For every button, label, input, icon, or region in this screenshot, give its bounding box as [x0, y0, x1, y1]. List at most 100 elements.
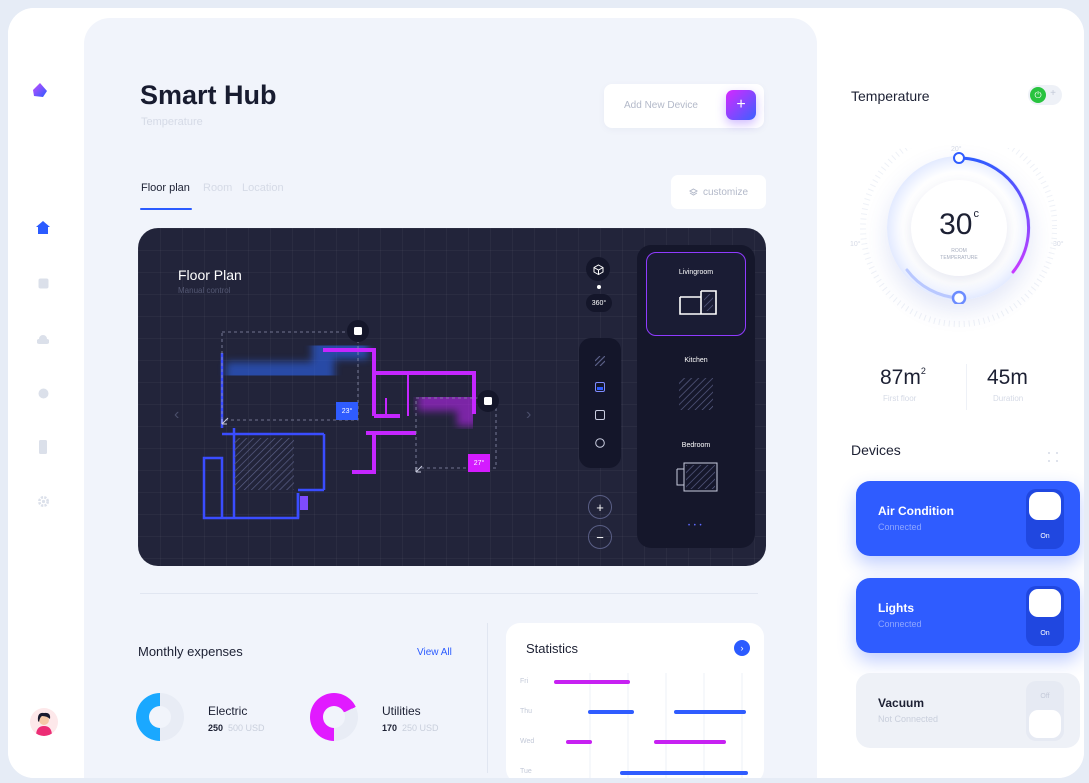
view-all-link[interactable]: View All	[417, 647, 452, 658]
circle-tool-icon[interactable]	[595, 438, 605, 448]
nav-right-arrow-icon[interactable]: ›	[526, 406, 531, 424]
switch-state: On	[1040, 630, 1050, 637]
sidebar	[8, 8, 84, 778]
room-pager[interactable]: • • •	[688, 523, 703, 529]
app-frame: Smart Hub Temperature Add New Device + F…	[8, 8, 1084, 778]
day-label: Fri	[520, 678, 529, 685]
metrics-divider	[966, 364, 967, 410]
hatch-tool-icon[interactable]	[595, 356, 605, 366]
right-panel: Temperature ⏻ + 20° 10° 30° 30c ROOM TEMP…	[817, 8, 1084, 778]
stat-bar	[554, 680, 630, 684]
utilities-total: 250 USD	[402, 723, 439, 733]
window-tool-icon[interactable]	[595, 382, 605, 392]
device-status: Connected	[878, 619, 922, 629]
zone-temp-tag-2[interactable]: 27°	[468, 454, 490, 472]
room-card-kitchen[interactable]: Kitchen	[646, 341, 746, 425]
power-icon: ⏻	[1030, 87, 1046, 103]
day-label: Thu	[520, 708, 533, 715]
utilities-value: 170 250 USD	[382, 723, 439, 733]
device-switch[interactable]: On	[1026, 489, 1064, 549]
active-tab-indicator	[140, 208, 192, 210]
nav-devices-icon[interactable]	[36, 276, 50, 290]
tool-bar	[579, 338, 621, 468]
view-dot-icon	[597, 285, 601, 289]
device-card-vacuum[interactable]: Vacuum Not Connected Off	[856, 673, 1080, 748]
cube-view-icon[interactable]	[586, 257, 610, 281]
tab-location[interactable]: Location	[242, 182, 284, 194]
customize-button[interactable]: customize	[671, 175, 766, 209]
section-divider	[140, 593, 758, 594]
floor-area-value: 87m2	[880, 366, 926, 390]
floor-area-label: First floor	[883, 394, 917, 403]
square-tool-icon[interactable]	[595, 410, 605, 420]
device-switch[interactable]: Off	[1026, 681, 1064, 741]
page-title: Smart Hub	[140, 80, 277, 110]
room-temperature-label: ROOM TEMPERATURE	[929, 248, 989, 262]
nav-settings-icon[interactable]	[36, 494, 50, 508]
stat-bar	[654, 740, 726, 744]
stat-bar	[674, 710, 746, 714]
user-avatar[interactable]	[30, 708, 58, 736]
stat-bar	[588, 710, 634, 714]
tab-floor-plan[interactable]: Floor plan	[141, 182, 190, 194]
bedroom-thumbnail-icon	[676, 462, 718, 492]
zoom-in-button[interactable]: +	[588, 495, 612, 519]
stat-bar	[620, 771, 748, 775]
add-new-device-button[interactable]: Add New Device +	[604, 84, 764, 128]
zone-temp-tag-1[interactable]: 23°	[336, 402, 358, 420]
logo-icon	[33, 83, 47, 97]
electric-amount: 250	[208, 723, 224, 733]
livingroom-thumbnail-icon	[679, 290, 717, 315]
devices-title: Devices	[851, 442, 901, 458]
expand-icon[interactable]	[1047, 451, 1059, 463]
monthly-expenses-title: Monthly expenses	[138, 644, 243, 659]
toggle-plus-icon: +	[1050, 88, 1056, 99]
room-name: Livingroom	[678, 269, 714, 276]
duration-value: 45m	[987, 366, 1028, 389]
statistics-card: Statistics › Fri Thu Wed Tue	[506, 623, 764, 778]
stat-bar	[566, 740, 592, 744]
utilities-amount: 170	[382, 723, 398, 733]
day-label: Tue	[520, 768, 532, 775]
nav-home-icon[interactable]	[36, 220, 50, 234]
nav-left-arrow-icon[interactable]: ‹	[174, 406, 179, 424]
switch-knob	[1029, 492, 1061, 520]
dial-label-line2: TEMPERATURE	[940, 255, 978, 261]
floor-area-sup: 2	[920, 366, 926, 376]
temperature-title: Temperature	[851, 88, 930, 104]
device-name: Air Condition	[878, 504, 954, 518]
nav-lock-icon[interactable]	[36, 440, 50, 454]
tab-room[interactable]: Room	[203, 182, 232, 194]
floor-plan-card: Floor Plan Manual control 23° 27° ‹ › 36…	[138, 228, 766, 566]
device-card-lights[interactable]: Lights Connected On	[856, 578, 1080, 653]
view-360-button[interactable]: 360°	[586, 294, 612, 312]
temperature-power-toggle[interactable]: ⏻ +	[1028, 85, 1062, 105]
nav-clock-icon[interactable]	[36, 386, 50, 400]
kitchen-thumbnail-icon	[679, 378, 713, 410]
switch-knob	[1029, 710, 1061, 738]
room-selector: Livingroom Kitchen Bedroom • • •	[637, 245, 755, 548]
customize-label: customize	[702, 186, 748, 198]
electric-donut-chart	[136, 693, 184, 741]
floor-area-number: 87m	[880, 366, 921, 389]
room-card-bedroom[interactable]: Bedroom	[646, 428, 746, 512]
device-switch[interactable]: On	[1026, 586, 1064, 646]
floor-plan-map	[202, 320, 499, 520]
nav-cloud-icon[interactable]	[36, 332, 50, 346]
device-card-air-condition[interactable]: Air Condition Connected On	[856, 481, 1080, 556]
temperature-number: 30	[939, 208, 973, 241]
device-name: Vacuum	[878, 696, 925, 710]
dial-label-line1: ROOM	[951, 248, 967, 254]
utilities-label: Utilities	[382, 704, 421, 718]
section-vertical-divider	[487, 623, 488, 773]
statistics-grid	[589, 673, 743, 778]
device-name: Lights	[878, 601, 914, 615]
zoom-out-button[interactable]: −	[588, 525, 612, 549]
temperature-dial[interactable]: 30c ROOM TEMPERATURE	[887, 152, 1031, 304]
device-status: Not Connected	[878, 714, 939, 724]
device-status: Connected	[878, 522, 922, 532]
utilities-donut-chart	[310, 693, 358, 741]
plus-icon[interactable]: +	[726, 90, 756, 120]
room-card-livingroom[interactable]: Livingroom	[646, 252, 746, 336]
temperature-dial-center: 30c ROOM TEMPERATURE	[911, 180, 1007, 276]
